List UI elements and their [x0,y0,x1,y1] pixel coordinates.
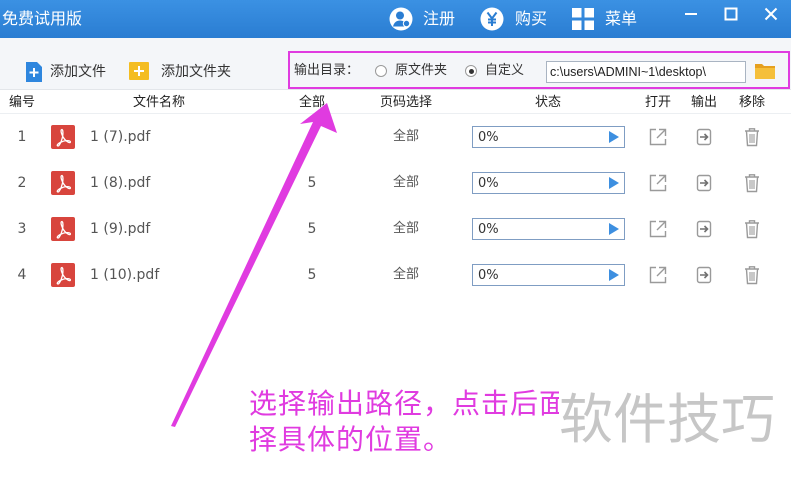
pdf-file-icon [51,263,75,287]
page-range-select[interactable]: 全部 [381,220,431,238]
yen-icon[interactable] [480,7,504,31]
page-count: 5 [307,221,317,237]
add-folder-button[interactable]: 添加文件夹 [161,63,231,81]
file-plus-icon[interactable] [25,61,43,83]
user-icon[interactable] [389,7,413,31]
file-name: 1 (8).pdf [90,175,151,191]
folder-icon[interactable] [754,62,776,80]
annotation-text: 选择输出路径，点击后面 择具体的位置。 [249,386,568,458]
open-icon[interactable] [648,173,668,193]
column-number: 编号 [8,95,35,110]
progress-text: 0% [478,130,499,145]
file-name: 1 (9).pdf [90,221,151,237]
folder-plus-icon[interactable] [128,61,150,81]
column-output: 输出 [690,95,717,110]
output-icon[interactable] [695,220,713,238]
table-row[interactable]: 2 1 (8).pdf 5 全部 0% [0,160,791,206]
page-count: 5 [307,267,317,283]
open-icon[interactable] [648,219,668,239]
progress-text: 0% [478,176,499,191]
minimize-icon[interactable] [684,7,698,21]
pdf-file-icon [51,217,75,241]
trash-icon[interactable] [743,173,761,193]
grid-icon[interactable] [572,8,594,30]
status-progress: 0% [472,218,625,240]
table-row[interactable]: 4 1 (10).pdf 5 全部 0% [0,252,791,298]
original-folder-label[interactable]: 原文件夹 [395,62,447,80]
play-icon[interactable] [608,176,620,190]
status-progress: 0% [472,172,625,194]
output-directory-label: 输出目录： [294,63,360,78]
row-number: 2 [17,175,27,191]
row-number: 1 [17,129,27,145]
column-file-name: 文件名称 [132,95,185,110]
trash-icon[interactable] [743,219,761,239]
column-status: 状态 [534,95,561,110]
page-range-select[interactable]: 全部 [381,174,431,192]
output-icon[interactable] [695,266,713,284]
pdf-file-icon [51,171,75,195]
status-progress: 0% [472,264,625,286]
radio-original-folder[interactable] [375,65,387,77]
page-count: 5 [307,175,317,191]
output-icon[interactable] [695,128,713,146]
pdf-file-icon [51,125,75,149]
open-icon[interactable] [648,127,668,147]
app-title: 免费试用版 [2,9,83,28]
progress-text: 0% [478,222,499,237]
file-name: 1 (7).pdf [90,129,151,145]
radio-custom[interactable] [465,65,477,77]
register-button[interactable]: 注册 [423,9,455,29]
column-all: 全部 [298,95,325,110]
output-path-input[interactable] [546,61,746,83]
close-icon[interactable] [764,7,778,21]
play-icon[interactable] [608,130,620,144]
trash-icon[interactable] [743,265,761,285]
add-file-button[interactable]: 添加文件 [50,63,106,81]
page-range-select[interactable]: 全部 [381,128,431,146]
play-icon[interactable] [608,268,620,282]
table-row[interactable]: 3 1 (9).pdf 5 全部 0% [0,206,791,252]
file-name: 1 (10).pdf [90,267,160,283]
annotation-line-2: 择具体的位置。 [249,423,453,456]
page-range-select[interactable]: 全部 [381,266,431,284]
progress-text: 0% [478,268,499,283]
maximize-icon[interactable] [724,7,738,21]
annotation-line-1: 选择输出路径，点击后面 [249,387,569,420]
watermark: 软件技巧 [559,389,790,451]
custom-label[interactable]: 自定义 [485,62,524,80]
output-icon[interactable] [695,174,713,192]
row-number: 4 [17,267,27,283]
menu-button[interactable]: 菜单 [605,9,637,29]
open-icon[interactable] [648,265,668,285]
status-progress: 0% [472,126,625,148]
play-icon[interactable] [608,222,620,236]
trash-icon[interactable] [743,127,761,147]
row-number: 3 [17,221,27,237]
column-open: 打开 [644,95,671,110]
app-window: 免费试用版 注册 购买 菜单 添加文件 添加文件夹 输出目录： 原文件夹 自定义… [0,0,791,479]
column-remove: 移除 [738,95,765,110]
table-row[interactable]: 1 1 (7).pdf 全部 0% [0,114,791,160]
buy-button[interactable]: 购买 [515,9,547,29]
column-page-range: 页码选择 [379,95,432,110]
